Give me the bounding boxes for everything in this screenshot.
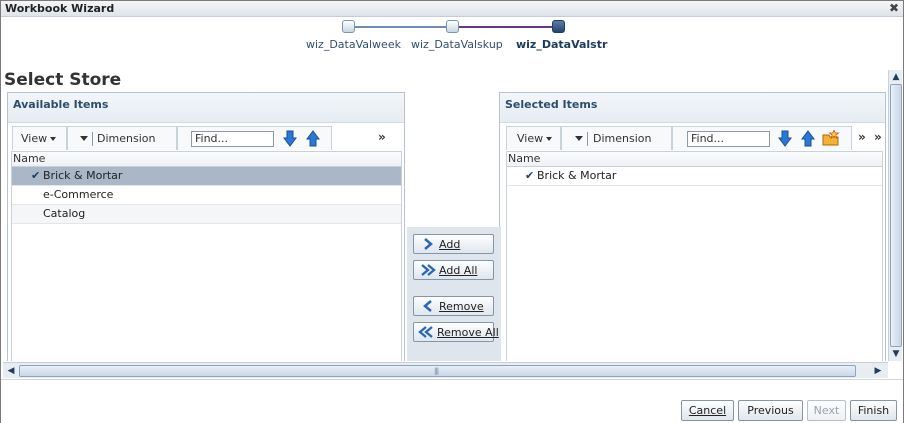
row-label: Brick & Mortar bbox=[537, 169, 617, 182]
horizontal-scroll-thumb[interactable]: ||| bbox=[19, 365, 856, 377]
available-toolbar: View Dimension Find... » bbox=[8, 126, 404, 150]
scroll-right-icon[interactable]: ▶ bbox=[871, 364, 885, 378]
chevron-down-icon bbox=[50, 137, 56, 141]
row-label: Brick & Mortar bbox=[43, 169, 123, 182]
find-group: Find... bbox=[177, 126, 332, 150]
selected-items-panel: Selected Items View Dimension Find... » … bbox=[499, 92, 886, 361]
chevron-down-icon bbox=[80, 136, 88, 141]
train-step-3-label: wiz_DataValstr bbox=[516, 38, 608, 51]
check-icon: ✔ bbox=[525, 169, 535, 182]
title-bar: Workbook Wizard ✖ bbox=[1, 1, 903, 17]
remove-all-button[interactable]: Remove All bbox=[413, 322, 499, 342]
train-step-1-node[interactable] bbox=[342, 20, 355, 33]
column-header-name[interactable]: Name bbox=[507, 152, 882, 167]
add-label: Add bbox=[439, 238, 461, 251]
train-step-2-node[interactable] bbox=[446, 20, 459, 33]
double-chevron-left-icon bbox=[418, 326, 433, 338]
train-step-1-label[interactable]: wiz_DataValweek bbox=[306, 38, 401, 51]
shuttle-content: Available Items View Dimension Find... »… bbox=[3, 89, 887, 361]
overflow-icon[interactable]: » bbox=[874, 130, 882, 144]
available-table: Name ✔ Brick & Mortar e-Commerce Catalog bbox=[11, 151, 402, 361]
train-step-3-node bbox=[552, 20, 565, 33]
cancel-button[interactable]: Cancel bbox=[681, 400, 734, 421]
remove-label: Remove bbox=[439, 300, 484, 313]
arrow-up-icon[interactable] bbox=[306, 130, 320, 147]
next-button: Next bbox=[807, 400, 846, 421]
finish-button[interactable]: Finish bbox=[850, 400, 897, 421]
scroll-up-icon[interactable]: ▲ bbox=[889, 70, 903, 84]
dimension-label: Dimension bbox=[97, 132, 156, 145]
available-items-panel: Available Items View Dimension Find... »… bbox=[7, 92, 405, 361]
train-connector bbox=[354, 26, 451, 28]
arrow-down-icon[interactable] bbox=[778, 130, 792, 147]
available-panel-title: Available Items bbox=[13, 98, 109, 111]
wizard-footer: Cancel Previous Next Finish bbox=[1, 379, 903, 423]
selected-toolbar: View Dimension Find... » » bbox=[500, 126, 885, 150]
vertical-scrollbar[interactable]: ▲ ▼ bbox=[888, 70, 902, 361]
dimension-menu[interactable]: Dimension bbox=[67, 126, 177, 150]
folder-star-icon[interactable] bbox=[822, 130, 840, 147]
view-menu-label: View bbox=[517, 132, 544, 145]
find-input[interactable]: Find... bbox=[687, 131, 770, 147]
table-row[interactable]: ✔ Brick & Mortar bbox=[12, 167, 401, 186]
add-all-button[interactable]: Add All bbox=[413, 260, 494, 280]
dimension-menu[interactable]: Dimension bbox=[561, 126, 672, 150]
overflow-icon[interactable]: » bbox=[858, 130, 866, 144]
available-panel-header: Available Items bbox=[8, 93, 404, 123]
chevron-right-icon bbox=[424, 238, 433, 250]
remove-button[interactable]: Remove bbox=[413, 296, 494, 316]
dimension-label: Dimension bbox=[593, 132, 652, 145]
find-group: Find... bbox=[672, 126, 852, 150]
chevron-down-icon bbox=[546, 137, 552, 141]
chevron-left-icon bbox=[423, 300, 432, 312]
scroll-left-icon[interactable]: ◀ bbox=[4, 364, 18, 378]
previous-button[interactable]: Previous bbox=[738, 400, 803, 421]
check-icon: ✔ bbox=[31, 169, 41, 182]
horizontal-scrollbar[interactable]: ◀ ||| ▶ bbox=[3, 362, 888, 378]
previous-label: Previous bbox=[747, 404, 794, 417]
cancel-label: Cancel bbox=[688, 404, 727, 417]
train-step-2-label[interactable]: wiz_DataValskup bbox=[411, 38, 503, 51]
scroll-grip-icon: ||| bbox=[434, 367, 439, 375]
window-title: Workbook Wizard bbox=[5, 2, 115, 15]
view-menu[interactable]: View bbox=[506, 126, 561, 150]
chevron-down-icon bbox=[575, 136, 583, 141]
arrow-down-icon[interactable] bbox=[283, 130, 297, 147]
view-menu[interactable]: View bbox=[12, 126, 67, 150]
table-row[interactable]: e-Commerce bbox=[12, 186, 401, 205]
finish-label: Finish bbox=[857, 404, 890, 417]
wizard-window: Workbook Wizard ✖ wiz_DataValweek wiz_Da… bbox=[0, 0, 904, 423]
add-all-label: Add All bbox=[439, 264, 478, 277]
toolbar-separator bbox=[587, 132, 588, 146]
arrow-up-icon[interactable] bbox=[801, 130, 815, 147]
view-menu-label: View bbox=[21, 132, 48, 145]
selected-table: Name ✔ Brick & Mortar bbox=[506, 151, 883, 361]
scroll-down-icon[interactable]: ▼ bbox=[889, 347, 903, 361]
remove-all-label: Remove All bbox=[437, 326, 499, 339]
find-input[interactable]: Find... bbox=[191, 131, 274, 147]
table-row[interactable]: ✔ Brick & Mortar bbox=[507, 167, 882, 186]
double-chevron-right-icon bbox=[421, 264, 436, 276]
overflow-icon[interactable]: » bbox=[378, 130, 386, 144]
table-row[interactable]: Catalog bbox=[12, 205, 401, 224]
page-title: Select Store bbox=[4, 70, 122, 90]
train-connector bbox=[458, 26, 554, 28]
next-label: Next bbox=[813, 404, 840, 417]
row-label: Catalog bbox=[43, 207, 86, 220]
selected-panel-title: Selected Items bbox=[505, 98, 598, 111]
selected-panel-header: Selected Items bbox=[500, 93, 885, 123]
toolbar-separator bbox=[92, 132, 93, 146]
add-button[interactable]: Add bbox=[413, 234, 494, 254]
vertical-scroll-thumb[interactable] bbox=[890, 84, 902, 347]
column-header-name[interactable]: Name bbox=[12, 152, 401, 167]
row-label: e-Commerce bbox=[43, 188, 114, 201]
close-icon[interactable]: ✖ bbox=[888, 1, 900, 15]
